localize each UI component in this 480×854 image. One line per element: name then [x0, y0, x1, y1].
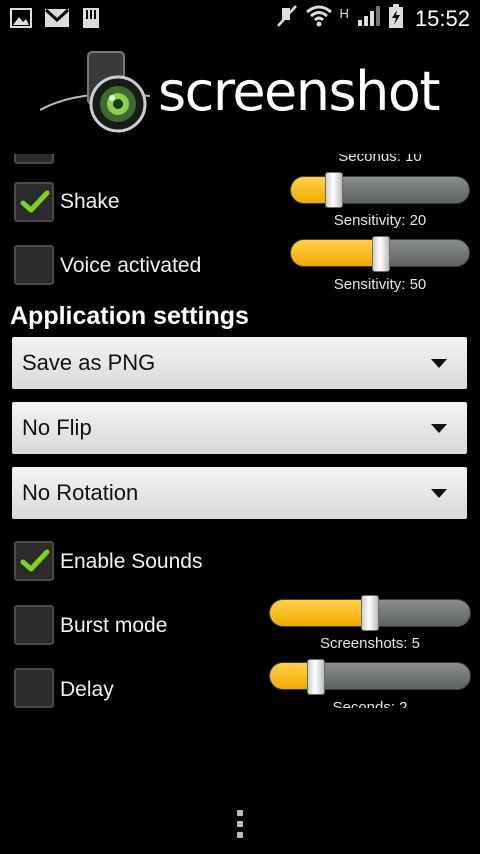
storage-icon [82, 7, 100, 34]
enable-sounds-label: Enable Sounds [60, 550, 203, 573]
voice-sensitivity-caption: Sensitivity: 50 [333, 276, 427, 293]
camera-logo-icon [40, 51, 151, 133]
rotation-dropdown[interactable]: No Rotation [12, 467, 467, 519]
network-type-label: H [339, 6, 349, 21]
burst-screenshots-caption: Screenshots: 5 [319, 635, 421, 652]
image-format-value: Save as PNG [22, 350, 156, 375]
shake-sensitivity-slider[interactable] [290, 176, 470, 204]
shake-slider-thumb[interactable] [325, 172, 343, 208]
image-format-dropdown[interactable]: Save as PNG [12, 337, 467, 389]
delay-label: Delay [60, 678, 114, 701]
slider-fill [291, 240, 383, 266]
clock: 15:52 [414, 5, 470, 31]
overflow-menu-icon[interactable] [234, 810, 246, 840]
gmail-icon [44, 8, 70, 33]
status-bar: H 15:52 [0, 0, 480, 36]
battery-charging-icon [388, 4, 403, 33]
delay-slider-thumb[interactable] [307, 659, 325, 695]
voice-activated-label: Voice activated [60, 254, 202, 277]
delay-seconds-caption: Seconds: 2 [332, 699, 408, 708]
burst-slider-thumb[interactable] [361, 595, 379, 631]
flip-dropdown[interactable]: No Flip [12, 402, 467, 454]
slider-fill [270, 600, 370, 626]
burst-mode-checkbox[interactable] [14, 605, 54, 645]
image-icon [10, 8, 32, 33]
delay-seconds-slider[interactable] [269, 662, 471, 690]
chevron-down-icon [431, 489, 447, 498]
partial-slider-caption: Seconds: 10 [338, 154, 422, 165]
partial-checkbox[interactable] [14, 154, 54, 164]
signal-icon [357, 5, 381, 32]
burst-mode-label: Burst mode [60, 614, 168, 637]
delay-checkbox[interactable] [14, 668, 54, 708]
shake-checkbox[interactable] [14, 182, 54, 222]
settings-list[interactable]: Seconds: 10 Shake Sensitivity: 20 Voice … [0, 154, 480, 708]
shake-sensitivity-caption: Sensitivity: 20 [333, 212, 427, 229]
voice-slider-thumb[interactable] [372, 236, 390, 272]
voice-activated-checkbox[interactable] [14, 245, 54, 285]
shake-label: Shake [60, 190, 120, 213]
mute-icon [276, 4, 298, 33]
section-title-application-settings: Application settings [10, 302, 249, 330]
check-icon [20, 190, 50, 213]
check-icon [20, 549, 50, 572]
flip-value: No Flip [22, 415, 92, 440]
app-header: screenshot [0, 36, 480, 154]
chevron-down-icon [431, 359, 447, 368]
enable-sounds-checkbox[interactable] [14, 541, 54, 581]
rotation-value: No Rotation [22, 480, 139, 505]
wifi-icon [305, 5, 332, 32]
app-title: screenshot [158, 60, 441, 123]
chevron-down-icon [431, 424, 447, 433]
